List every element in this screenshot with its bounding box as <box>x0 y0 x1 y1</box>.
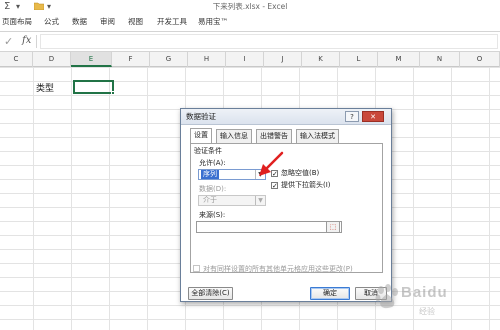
formula-bar: ✓ fx <box>0 32 500 52</box>
tab-developer[interactable]: 开发工具 <box>157 16 187 28</box>
ribbon-tabs: 页面布局 公式 数据 审阅 视图 开发工具 易用宝™ <box>0 13 500 32</box>
dialog-title-bar[interactable]: 数据验证 ? ✕ <box>181 109 391 125</box>
range-picker-icon[interactable]: ⬚ <box>326 221 340 233</box>
column-header-o[interactable]: O <box>460 52 500 67</box>
clear-all-button[interactable]: 全部清除(C) <box>188 287 233 300</box>
column-header-e[interactable]: E <box>71 52 112 67</box>
chevron-down-icon: ▼ <box>255 196 265 205</box>
tab-data[interactable]: 数据 <box>72 16 87 28</box>
in-cell-dropdown-label: 提供下拉箭头(I) <box>281 181 331 189</box>
apply-all-checkbox <box>193 265 200 272</box>
data-label: 数据(D): <box>199 185 227 193</box>
allow-label: 允许(A): <box>199 159 226 167</box>
annotation-arrow-icon <box>255 150 285 180</box>
column-header-f[interactable]: F <box>112 52 150 67</box>
column-header-row: C D E F G H I J K L M N O <box>0 52 500 67</box>
column-header-k[interactable]: K <box>302 52 340 67</box>
column-header-n[interactable]: N <box>420 52 460 67</box>
column-header-g[interactable]: G <box>150 52 188 67</box>
in-cell-dropdown-checkbox[interactable]: ✓ <box>271 182 278 190</box>
enter-check-icon[interactable]: ✓ <box>4 35 13 48</box>
tab-settings[interactable]: 设置 <box>190 128 212 143</box>
dialog-title: 数据验证 <box>186 112 216 121</box>
column-header-h[interactable]: H <box>188 52 226 67</box>
close-button[interactable]: ✕ <box>362 111 384 122</box>
watermark-subtext: 经验 <box>419 307 435 316</box>
column-header-j[interactable]: J <box>264 52 302 67</box>
title-bar: Σ ▾ ▾ 下来列表.xlsx - Excel <box>0 0 500 13</box>
data-select: 介于 ▼ <box>198 195 266 206</box>
insert-function-icon[interactable]: fx <box>22 35 31 46</box>
formula-input[interactable] <box>40 34 498 49</box>
ok-button[interactable]: 确定 <box>310 287 350 300</box>
fill-handle[interactable] <box>111 91 115 95</box>
tab-ime-mode[interactable]: 输入法模式 <box>296 129 339 143</box>
source-label: 来源(S): <box>199 211 226 219</box>
tab-error-alert[interactable]: 出错警告 <box>256 129 292 143</box>
cell-type-label[interactable]: 类型 <box>36 82 54 96</box>
column-header-c[interactable]: C <box>0 52 33 67</box>
tab-page-layout[interactable]: 页面布局 <box>2 16 32 28</box>
help-button[interactable]: ? <box>345 111 359 122</box>
window-title: 下来列表.xlsx - Excel <box>212 2 288 11</box>
tab-review[interactable]: 审阅 <box>100 16 115 28</box>
column-header-d[interactable]: D <box>33 52 71 67</box>
column-header-i[interactable]: I <box>226 52 264 67</box>
watermark-text: Baidu <box>401 284 448 301</box>
allow-value: 序列 <box>201 170 219 179</box>
source-input[interactable] <box>196 221 342 233</box>
divider <box>36 35 37 48</box>
ignore-blank-label: 忽略空值(B) <box>281 169 320 177</box>
column-header-l[interactable]: L <box>340 52 378 67</box>
tab-view[interactable]: 视图 <box>128 16 143 28</box>
baidu-watermark: Baidu 经验 <box>375 278 495 326</box>
tab-input-message[interactable]: 输入信息 <box>216 129 252 143</box>
tab-easy-tools[interactable]: 易用宝™ <box>198 16 228 28</box>
column-header-m[interactable]: M <box>378 52 420 67</box>
tab-formulas[interactable]: 公式 <box>44 16 59 28</box>
apply-all-label: 对有同样设置的所有其他单元格应用这些更改(P) <box>203 265 353 273</box>
validation-criteria-heading: 验证条件 <box>194 147 222 155</box>
selected-cell[interactable] <box>73 80 115 95</box>
data-value: 介于 <box>203 196 217 204</box>
